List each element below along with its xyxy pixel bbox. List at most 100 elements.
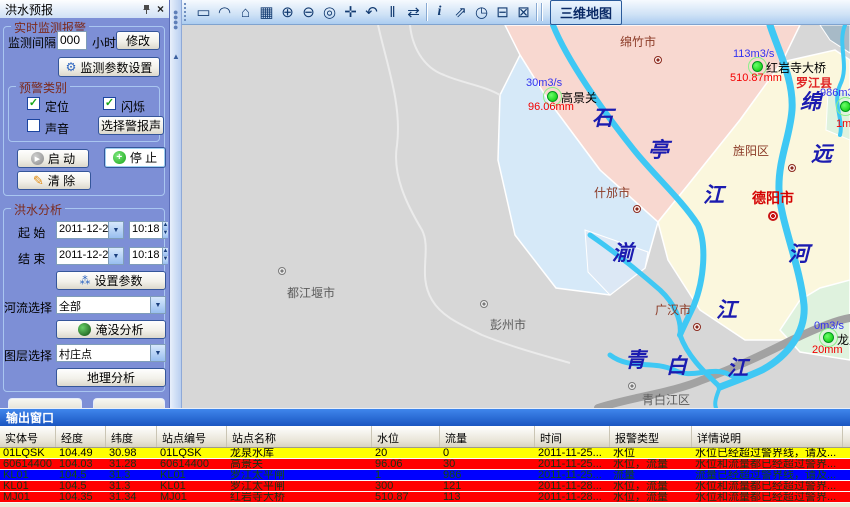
grid-column-header[interactable]: 站点编号: [157, 426, 227, 447]
grid-layers-icon[interactable]: ▦: [256, 2, 277, 23]
table-row[interactable]: 60614400104.0331.2860614400高景关96.0630201…: [0, 459, 850, 470]
grid-column-header[interactable]: 流量: [440, 426, 535, 447]
sound-checkbox-label: 声音: [45, 120, 69, 137]
river-name-char: 湔: [612, 243, 633, 264]
locate-checkbox[interactable]: ✓: [27, 97, 40, 110]
pin-icon[interactable]: [142, 4, 151, 15]
set-params-button[interactable]: ⁂ 设置参数: [56, 271, 166, 290]
table-cell: 121: [440, 481, 535, 491]
table-row[interactable]: KL01104.531.3KL01罗江太平闸3001212011-11-28..…: [0, 481, 850, 492]
modify-button[interactable]: 修改: [116, 31, 160, 50]
geo-analysis-button[interactable]: 地理分析: [56, 368, 166, 387]
start-date-combo[interactable]: 2011-12-26 ▼: [56, 221, 124, 239]
zoom-previous-icon[interactable]: ↶: [361, 2, 382, 23]
end-time-spinner[interactable]: 10:18 ▲▼: [129, 247, 166, 265]
station-marker[interactable]: [840, 101, 850, 112]
export-icon[interactable]: ⇗: [450, 2, 471, 23]
river-name-char: 河: [788, 244, 809, 265]
table-cell: 300: [372, 481, 440, 491]
map-3d-button[interactable]: 三维地图: [550, 0, 622, 25]
table-cell: 31.3: [106, 470, 157, 480]
partial-button[interactable]: [8, 398, 82, 408]
grid-column-header[interactable]: 时间: [535, 426, 610, 447]
table-cell: 水位和流量都已经超过警界...: [692, 481, 843, 491]
grid-column-header[interactable]: 详情说明: [692, 426, 843, 447]
city-label: 旌阳区: [733, 142, 769, 159]
start-time-spinner[interactable]: 10:18 ▲▼: [129, 221, 166, 239]
map-canvas[interactable]: 石亭江湔江青白江绵远河绵竹市什邡市旌阳区德阳市广汉市罗江县都江堰市彭州市青白江区…: [182, 25, 850, 408]
layer-select-dropdown[interactable]: 村庄点 ▼: [56, 344, 166, 362]
measure-arc-icon[interactable]: ◠: [214, 2, 235, 23]
submerge-analysis-label: 淹没分析: [95, 321, 143, 338]
table-row[interactable]: KL01104.531.3KL01罗江太平闸19862011-11-25...流…: [0, 470, 850, 481]
print-icon[interactable]: ⊟: [492, 2, 513, 23]
close-icon[interactable]: ×: [157, 2, 164, 16]
chevron-down-icon[interactable]: ▼: [150, 345, 165, 361]
start-time-label: 起 始: [18, 224, 45, 241]
start-button[interactable]: ▶ 启 动: [17, 149, 89, 168]
measure-distance-icon[interactable]: ▭: [193, 2, 214, 23]
city-marker-icon: [654, 56, 662, 64]
table-cell: KL01: [157, 481, 227, 491]
full-extent-globe-icon[interactable]: ◎: [319, 2, 340, 23]
table-row[interactable]: MJ01104.3531.34MJ01红岩寺大桥510.871132011-11…: [0, 492, 850, 503]
refresh-icon[interactable]: ⇄: [403, 2, 424, 23]
grid-column-header[interactable]: 水位: [372, 426, 440, 447]
city-label: 彭州市: [490, 316, 526, 333]
submerge-analysis-button[interactable]: 淹没分析: [56, 320, 166, 339]
grid-column-header[interactable]: 实体号: [0, 426, 56, 447]
output-window-title-bar[interactable]: 输出窗口: [0, 408, 850, 426]
end-date-combo[interactable]: 2011-12-26 ▼: [56, 247, 124, 265]
river-select-dropdown[interactable]: 全部 ▼: [56, 296, 166, 314]
info-icon[interactable]: i: [429, 2, 450, 23]
station-rain-label: 20mm: [812, 344, 843, 356]
chevron-down-icon[interactable]: ▼: [108, 248, 123, 264]
sound-checkbox[interactable]: [27, 119, 40, 132]
printer-icon[interactable]: ⊠: [513, 2, 534, 23]
river-name-char: 江: [716, 300, 737, 321]
partial-button[interactable]: [93, 398, 165, 408]
toolbar-separator: [426, 3, 427, 21]
pause-icon[interactable]: ‖: [382, 2, 403, 23]
toolbar-grip-icon[interactable]: [184, 3, 190, 21]
clear-button[interactable]: ✎ 清 除: [17, 171, 91, 190]
spinner-arrows-icon[interactable]: ▲▼: [162, 222, 169, 238]
table-cell: KL01: [157, 470, 227, 480]
chevron-down-icon[interactable]: ▼: [108, 222, 123, 238]
panel-splitter[interactable]: ●●●● ▲: [170, 0, 182, 408]
station-marker[interactable]: [752, 61, 763, 72]
toolbar-separator: [541, 3, 542, 21]
pan-hand-icon[interactable]: ✛: [340, 2, 361, 23]
spinner-arrows-icon[interactable]: ▲▼: [162, 248, 169, 264]
interval-input[interactable]: 000: [57, 31, 87, 50]
zoom-in-icon[interactable]: ⊕: [277, 2, 298, 23]
clock-icon[interactable]: ◷: [471, 2, 492, 23]
table-cell: 2011-11-28...: [535, 481, 610, 491]
river-name-char: 绵: [800, 92, 821, 113]
grid-column-header[interactable]: 纬度: [106, 426, 157, 447]
grid-column-header[interactable]: 经度: [56, 426, 106, 447]
grid-column-header[interactable]: 站点名称: [227, 426, 372, 447]
station-rain-label: 1mm: [836, 118, 850, 130]
grid-column-header[interactable]: 报警类型: [610, 426, 692, 447]
station-marker[interactable]: [823, 332, 834, 343]
table-row[interactable]: 01LQSK104.4930.9801LQSK龙泉水库2002011-11-25…: [0, 448, 850, 459]
start-button-label: 启 动: [48, 150, 75, 167]
flash-checkbox[interactable]: ✓: [103, 97, 116, 110]
stop-button-label: 停 止: [130, 149, 157, 166]
zoom-out-icon[interactable]: ⊖: [298, 2, 319, 23]
stop-button[interactable]: + 停 止: [104, 147, 166, 168]
river-name-char: 白: [666, 356, 687, 377]
table-cell: 31.34: [106, 492, 157, 502]
monitor-params-button[interactable]: ⚙ 监测参数设置: [58, 57, 160, 77]
output-window-title: 输出窗口: [6, 409, 54, 426]
chevron-down-icon[interactable]: ▼: [150, 297, 165, 313]
layer-select-value: 村庄点: [57, 345, 150, 361]
end-time-label: 结 束: [18, 250, 45, 267]
table-cell: MJ01: [0, 492, 56, 502]
interval-unit-label: 小时: [92, 34, 116, 51]
measure-area-icon[interactable]: ⌂: [235, 2, 256, 23]
splitter-collapse-icon[interactable]: ▲: [172, 52, 180, 61]
select-alarm-sound-button[interactable]: 选择警报声: [98, 116, 164, 135]
city-marker-icon: [278, 267, 286, 275]
